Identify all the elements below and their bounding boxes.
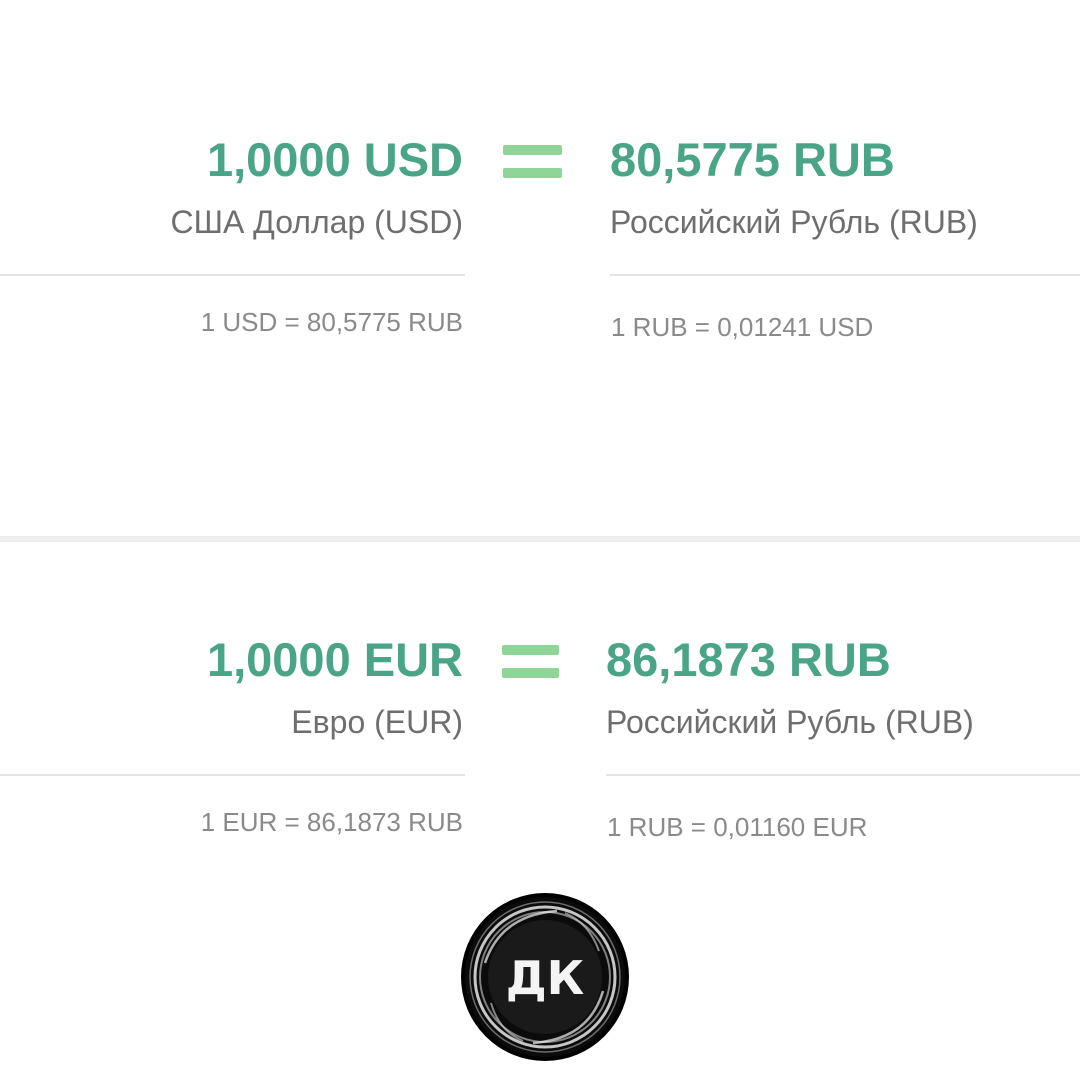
conversion-eur-rub: 1,0000 EUR 86,1873 RUB Евро (EUR) Россий… [0, 620, 1080, 920]
to-amount: 86,1873 RUB [606, 633, 891, 686]
dk-logo-icon: ДК [461, 893, 629, 1061]
equals-icon [502, 644, 559, 680]
from-amount: 1,0000 USD [206, 133, 463, 186]
to-currency-name: Российский Рубль (RUB) [610, 204, 978, 240]
equals-bar-bottom [503, 168, 562, 178]
from-currency-name: Евро (EUR) [291, 704, 463, 740]
logo-text: ДК [506, 951, 585, 1005]
rate-forward: 1 USD = 80,5775 RUB [200, 307, 463, 337]
rate-forward: 1 EUR = 86,1873 RUB [200, 807, 463, 837]
equals-bar-bottom [502, 668, 559, 678]
divider-left [0, 774, 465, 776]
to-currency-name: Российский Рубль (RUB) [606, 704, 974, 740]
equals-bar-top [502, 645, 559, 655]
from-amount: 1,0000 EUR [206, 633, 463, 686]
section-separator [0, 536, 1080, 542]
divider-right [610, 274, 1080, 276]
to-amount: 80,5775 RUB [610, 133, 895, 186]
equals-bar-top [503, 145, 562, 155]
divider-left [0, 274, 465, 276]
conversion-usd-rub: 1,0000 USD 80,5775 RUB США Доллар (USD) … [0, 120, 1080, 420]
rate-inverse: 1 RUB = 0,01241 USD [611, 312, 874, 342]
logo-graphic: ДК [465, 897, 625, 1057]
divider-right [606, 774, 1080, 776]
equals-icon [503, 144, 562, 180]
from-currency-name: США Доллар (USD) [170, 204, 464, 240]
rate-inverse: 1 RUB = 0,01160 EUR [607, 812, 868, 842]
